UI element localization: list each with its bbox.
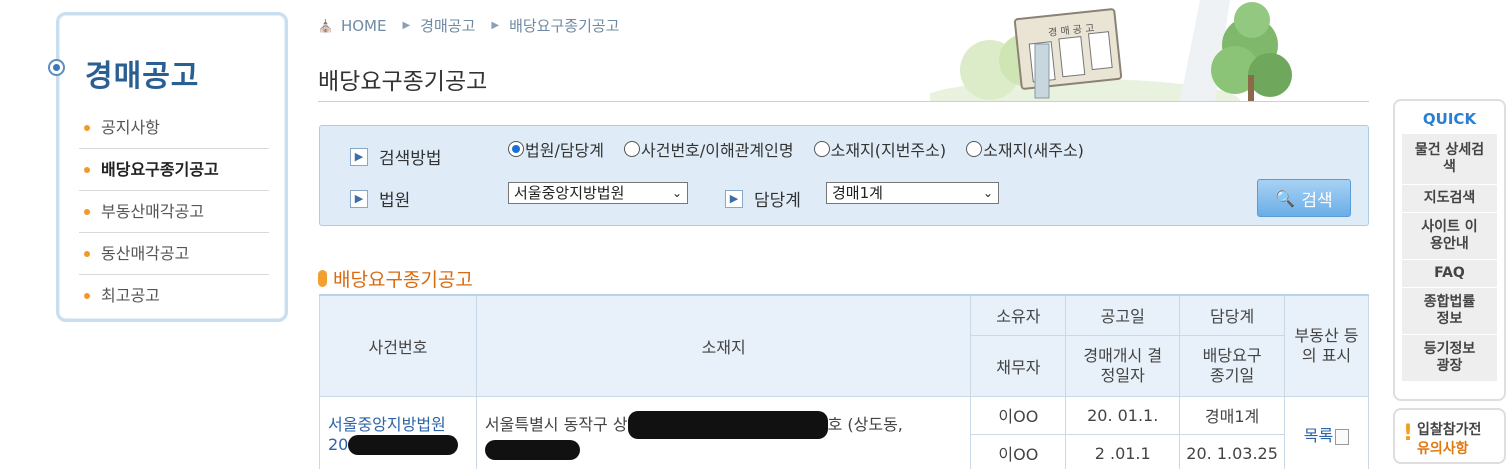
bullet-icon — [84, 167, 90, 173]
search-method-label: ▶ 검색방법 — [350, 144, 442, 169]
search-panel: ▶ 검색방법 법원/담당계 사건번호/이해관계인명 소재지(지번주소) 소재지(… — [319, 125, 1369, 226]
quick-title: QUICK — [1422, 110, 1477, 128]
dept-select[interactable]: 경매1계 ⌄ — [826, 182, 999, 204]
quick-item-detail-search[interactable]: 물건 상세검색 — [1402, 134, 1497, 185]
bullet-icon — [84, 293, 90, 299]
search-method-group: 법원/담당계 사건번호/이해관계인명 소재지(지번주소) 소재지(새주소) — [508, 137, 1104, 161]
auction-start-cell: 2 .01.1 — [1065, 433, 1181, 469]
radio-road-address[interactable]: 소재지(새주소) — [966, 137, 1084, 161]
radio-court-dept[interactable]: 법원/담당계 — [508, 137, 604, 161]
header-registry: 부동산 등의 표시 — [1284, 294, 1369, 397]
header-case-number: 사건번호 — [319, 294, 477, 397]
registry-cell[interactable]: 목록 — [1284, 395, 1369, 469]
breadcrumb-level1[interactable]: 경매공고 — [420, 15, 475, 36]
quick-item-map-search[interactable]: 지도검색 — [1402, 185, 1497, 213]
redaction-mark — [484, 439, 580, 460]
chevron-right-icon: ▶ — [402, 20, 411, 31]
document-icon[interactable] — [1335, 428, 1350, 445]
sidebar-item-notice[interactable]: 공지사항 — [79, 107, 269, 149]
sidebar-item-real-estate-sale[interactable]: 부동산매각공고 — [79, 191, 269, 233]
home-icon: ⛪ — [318, 18, 333, 33]
header-auction-start: 경매개시 결정일자 — [1065, 334, 1181, 397]
court-label: ▶ 법원 — [350, 186, 410, 211]
sidebar-item-dividend-deadline[interactable]: 배당요구종기공고 — [79, 149, 269, 191]
redaction-mark — [627, 411, 828, 439]
registry-list-link[interactable]: 목록 — [1304, 426, 1333, 445]
breadcrumb-home[interactable]: HOME — [341, 17, 387, 35]
header-notice-date: 공고일 — [1065, 294, 1181, 336]
sidebar-marker-icon — [48, 59, 65, 76]
dept-label: ▶ 담당계 — [725, 186, 801, 211]
exclamation-icon: ! — [1403, 421, 1414, 446]
header-illustration: 경 매 공 고 — [930, 0, 1370, 101]
deadline-cell: 20. 1.03.25 — [1179, 433, 1286, 469]
chevron-right-icon: ▶ — [491, 20, 500, 31]
search-icon: 🔍 — [1275, 188, 1296, 208]
owner-cell: 이OO — [970, 395, 1067, 435]
case-number-cell[interactable]: 서울중앙지방법원 20 — [319, 395, 477, 469]
bullet-icon — [84, 209, 90, 215]
redaction-mark — [348, 435, 459, 455]
sidebar-menu: 공지사항 배당요구종기공고 부동산매각공고 동산매각공고 최고공고 — [79, 107, 269, 317]
location-cell: 서울특별시 동작구 상호 (상도동, — [475, 395, 972, 469]
arrow-right-icon: ▶ — [350, 147, 368, 166]
sidebar-item-demand-notice[interactable]: 최고공고 — [79, 275, 269, 317]
section-marker-icon — [318, 270, 327, 287]
radio-empty-icon — [813, 141, 830, 157]
debtor-cell: 이OO — [970, 433, 1067, 469]
quick-item-law-info[interactable]: 종합법률 정보 — [1402, 288, 1497, 335]
chevron-down-icon: ⌄ — [982, 186, 993, 200]
notice-board-illustration: 경 매 공 고 — [930, 0, 1292, 101]
table-row[interactable]: 서울중앙지방법원 20 서울특별시 동작구 상호 (상도동, 이OO 20. 0… — [319, 395, 1369, 469]
title-divider — [318, 101, 1369, 102]
arrow-right-icon: ▶ — [725, 189, 743, 208]
radio-selected-icon — [508, 141, 524, 157]
court-select[interactable]: 서울중앙지방법원 ⌄ — [508, 182, 688, 204]
radio-empty-icon — [966, 141, 983, 157]
page-title: 배당요구종기공고 — [318, 69, 488, 95]
breadcrumb-level2[interactable]: 배당요구종기공고 — [509, 15, 619, 36]
chevron-down-icon: ⌄ — [671, 186, 682, 200]
dept-cell: 경매1계 — [1179, 395, 1286, 435]
section-title: 배당요구종기공고 — [318, 265, 473, 292]
header-deadline: 배당요구 종기일 — [1179, 334, 1286, 397]
arrow-right-icon: ▶ — [350, 189, 368, 208]
sidebar-title: 경매공고 — [85, 59, 200, 94]
quick-item-site-guide[interactable]: 사이트 이용안내 — [1402, 213, 1497, 260]
search-button[interactable]: 🔍 검색 — [1257, 179, 1351, 217]
bullet-icon — [84, 251, 90, 257]
header-owner: 소유자 — [970, 294, 1067, 336]
sidebar-item-movable-sale[interactable]: 동산매각공고 — [79, 233, 269, 275]
quick-item-faq[interactable]: FAQ — [1402, 260, 1497, 288]
quick-item-registry-plaza[interactable]: 등기정보 광장 — [1402, 335, 1497, 382]
bullet-icon — [84, 125, 90, 131]
sidebar: 경매공고 공지사항 배당요구종기공고 부동산매각공고 동산매각공고 최고공고 — [56, 12, 288, 322]
breadcrumb: ⛪ HOME ▶ 경매공고 ▶ 배당요구종기공고 — [318, 15, 619, 36]
radio-case-number[interactable]: 사건번호/이해관계인명 — [624, 137, 794, 161]
radio-lot-address[interactable]: 소재지(지번주소) — [813, 137, 946, 161]
header-debtor: 채무자 — [970, 334, 1067, 397]
notice-date-cell: 20. 01.1. — [1065, 395, 1181, 435]
header-dept: 담당계 — [1179, 294, 1286, 336]
radio-empty-icon — [624, 141, 640, 157]
quick-menu: QUICK 물건 상세검색 지도검색 사이트 이용안내 FAQ 종합법률 정보 … — [1393, 99, 1506, 401]
bidding-notice-button[interactable]: ! 입찰참가전 유의사항 — [1393, 408, 1506, 464]
results-table: 사건번호 소재지 소유자 공고일 담당계 부동산 등의 표시 채무자 경매개시 … — [319, 294, 1369, 469]
quick-list: 물건 상세검색 지도검색 사이트 이용안내 FAQ 종합법률 정보 등기정보 광… — [1402, 134, 1497, 382]
header-location: 소재지 — [475, 294, 972, 397]
